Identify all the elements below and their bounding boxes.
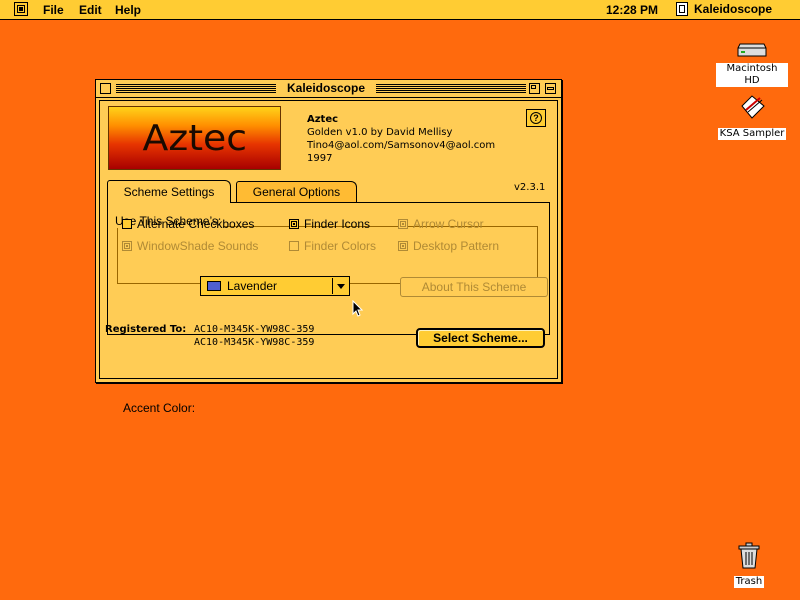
about-this-scheme-button[interactable]: About This Scheme — [400, 277, 548, 297]
tab-scheme-settings[interactable]: Scheme Settings — [107, 180, 231, 203]
chevron-down-icon — [332, 278, 348, 294]
menu-file[interactable]: File — [43, 3, 64, 17]
checkbox-label: Alternate Checkboxes — [137, 217, 255, 231]
version-label: v2.3.1 — [514, 182, 546, 193]
checkbox-desktop-pattern: Desktop Pattern — [398, 239, 499, 253]
help-icon: ? — [530, 112, 542, 124]
window-title: Kaleidoscope — [278, 81, 374, 95]
help-button[interactable]: ? — [526, 109, 546, 127]
apple-menu-icon[interactable] — [14, 2, 28, 16]
checkbox-box[interactable] — [289, 219, 299, 229]
accent-color-popup[interactable]: Lavender — [200, 276, 350, 296]
kaleidoscope-window: Kaleidoscope Aztec Aztec Golden v1.0 by … — [95, 79, 562, 415]
checkbox-label: Finder Colors — [304, 239, 377, 253]
scheme-year: 1997 — [307, 153, 333, 164]
desktop-icon-label: Macintosh HD — [716, 63, 788, 87]
checkbox-box — [122, 241, 132, 251]
checkbox-label: Arrow Cursor — [413, 217, 484, 231]
ksa-sampler-icon — [741, 95, 765, 119]
checkbox-label: Finder Icons — [304, 217, 371, 231]
accent-color-label: Accent Color: — [123, 401, 196, 415]
zoom-box[interactable] — [529, 83, 540, 94]
menu-bar: File Edit Help 12:28 PM Kaleidoscope — [0, 0, 800, 20]
scheme-logo-text: Aztec — [142, 117, 247, 159]
menu-help[interactable]: Help — [115, 3, 141, 17]
desktop-icon-label: Trash — [733, 576, 765, 588]
hard-drive-icon — [737, 43, 767, 57]
title-bar-stripes — [116, 84, 276, 93]
desktop-icon-trash[interactable]: Trash — [713, 540, 785, 588]
checkbox-finder-colors: Finder Colors — [289, 239, 376, 253]
checkbox-finder-icons[interactable]: Finder Icons — [289, 217, 370, 231]
close-box[interactable] — [100, 83, 111, 94]
scheme-name: Aztec — [307, 114, 339, 125]
registration-code: AC10-M345K-YW98C-359 — [194, 337, 315, 348]
checkbox-box — [289, 241, 299, 251]
checkbox-label: Desktop Pattern — [413, 239, 500, 253]
desktop-icon-label: KSA Sampler — [717, 128, 787, 140]
scheme-logo: Aztec — [108, 106, 281, 170]
registration-codes: AC10-M345K-YW98C-359 AC10-M345K-YW98C-35… — [194, 323, 314, 349]
checkbox-box — [398, 241, 408, 251]
scheme-info: Aztec Golden v1.0 by David Mellisy Tino4… — [307, 113, 495, 165]
application-menu[interactable]: Kaleidoscope — [676, 2, 772, 16]
checkbox-box — [398, 219, 408, 229]
desktop-icon-macintosh-hd[interactable]: Macintosh HD — [716, 40, 788, 87]
menu-clock[interactable]: 12:28 PM — [606, 3, 658, 17]
registered-to-label: Registered To: — [105, 324, 187, 335]
title-bar-stripes — [376, 84, 526, 93]
scheme-email: Tino4@aol.com/Samsonov4@aol.com — [307, 140, 496, 151]
scheme-author: Golden v1.0 by David Mellisy — [307, 127, 453, 138]
tab-general-options[interactable]: General Options — [236, 181, 357, 202]
registration-code: AC10-M345K-YW98C-359 — [194, 324, 315, 335]
mouse-cursor-icon — [352, 300, 364, 317]
checkbox-alternate-checkboxes[interactable]: Alternate Checkboxes — [122, 217, 254, 231]
menu-edit[interactable]: Edit — [79, 3, 102, 17]
checkbox-windowshade-sounds: WindowShade Sounds — [122, 239, 258, 253]
select-scheme-button[interactable]: Select Scheme... — [416, 328, 545, 348]
window-title-bar[interactable]: Kaleidoscope — [96, 80, 561, 98]
application-icon — [676, 2, 688, 16]
checkbox-label: WindowShade Sounds — [137, 239, 259, 253]
checkbox-box[interactable] — [122, 219, 132, 229]
application-menu-label: Kaleidoscope — [694, 2, 773, 16]
accent-color-value: Lavender — [227, 279, 278, 293]
collapse-box[interactable] — [545, 83, 556, 94]
accent-color-swatch — [207, 281, 221, 291]
desktop-icon-ksa-sampler[interactable]: KSA Sampler — [716, 92, 788, 140]
trash-icon — [738, 542, 760, 569]
checkbox-arrow-cursor: Arrow Cursor — [398, 217, 484, 231]
